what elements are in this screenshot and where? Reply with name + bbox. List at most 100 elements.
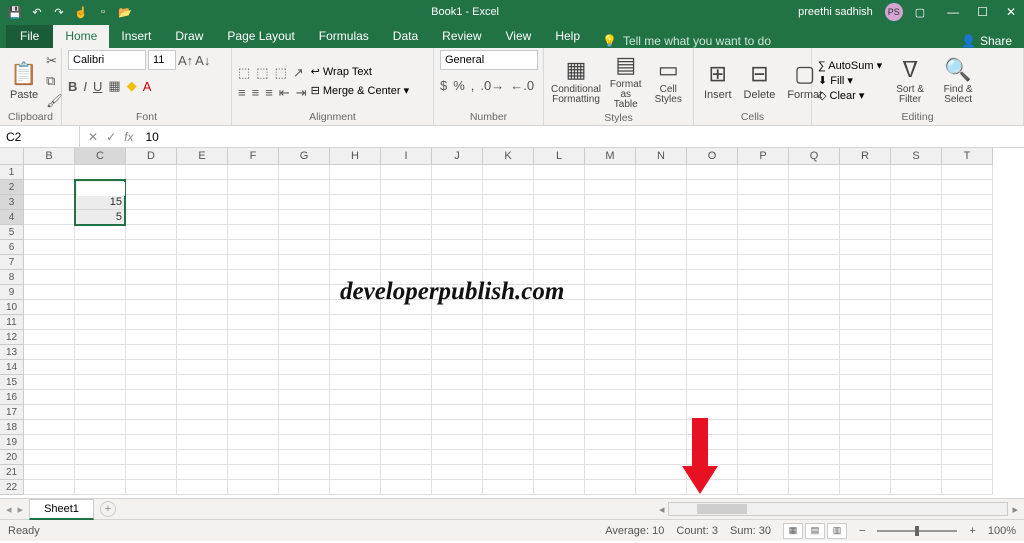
cell[interactable] xyxy=(483,360,534,375)
cell[interactable] xyxy=(585,240,636,255)
cell[interactable] xyxy=(585,285,636,300)
cell[interactable] xyxy=(330,375,381,390)
cell[interactable] xyxy=(789,345,840,360)
cell[interactable] xyxy=(789,435,840,450)
cell[interactable] xyxy=(738,165,789,180)
cell[interactable] xyxy=(534,195,585,210)
row-header-7[interactable]: 7 xyxy=(0,255,24,270)
cell[interactable] xyxy=(177,255,228,270)
bold-icon[interactable]: B xyxy=(68,79,77,94)
cell[interactable] xyxy=(75,225,126,240)
cell[interactable] xyxy=(585,420,636,435)
cell[interactable] xyxy=(432,225,483,240)
cell[interactable] xyxy=(483,405,534,420)
cell[interactable] xyxy=(279,195,330,210)
horizontal-scrollbar[interactable] xyxy=(668,502,1008,516)
cell[interactable] xyxy=(483,420,534,435)
cell[interactable] xyxy=(942,315,993,330)
cell[interactable] xyxy=(585,345,636,360)
border-icon[interactable]: ▦ xyxy=(108,78,120,94)
cell[interactable] xyxy=(75,330,126,345)
col-header-e[interactable]: E xyxy=(177,148,228,165)
cell[interactable] xyxy=(330,390,381,405)
cell[interactable] xyxy=(891,375,942,390)
cell[interactable] xyxy=(636,360,687,375)
cell[interactable] xyxy=(126,420,177,435)
cell[interactable] xyxy=(381,465,432,480)
row-header-21[interactable]: 21 xyxy=(0,465,24,480)
cell[interactable] xyxy=(432,210,483,225)
delete-cells-button[interactable]: ⊟Delete xyxy=(740,59,780,103)
cell[interactable] xyxy=(840,375,891,390)
font-color-icon[interactable]: A xyxy=(143,79,152,94)
cell[interactable] xyxy=(483,450,534,465)
zoom-in-icon[interactable]: + xyxy=(969,525,975,537)
cell[interactable] xyxy=(534,210,585,225)
cell[interactable] xyxy=(840,285,891,300)
cell[interactable] xyxy=(228,240,279,255)
enter-formula-icon[interactable]: ✓ xyxy=(106,130,116,144)
cell[interactable] xyxy=(687,180,738,195)
cell[interactable] xyxy=(585,450,636,465)
cell[interactable] xyxy=(228,435,279,450)
cell[interactable] xyxy=(789,465,840,480)
cell[interactable] xyxy=(738,315,789,330)
cell[interactable] xyxy=(534,315,585,330)
cell[interactable] xyxy=(891,480,942,495)
cell[interactable] xyxy=(177,405,228,420)
cell[interactable] xyxy=(738,255,789,270)
cell[interactable] xyxy=(789,285,840,300)
cell[interactable] xyxy=(330,345,381,360)
cell[interactable] xyxy=(24,210,75,225)
row-header-9[interactable]: 9 xyxy=(0,285,24,300)
cell[interactable] xyxy=(228,285,279,300)
format-painter-icon[interactable]: 🖌 xyxy=(46,93,63,109)
cell[interactable] xyxy=(126,450,177,465)
cancel-formula-icon[interactable]: ✕ xyxy=(88,130,98,144)
cell[interactable] xyxy=(75,345,126,360)
cell-c4[interactable]: 5 xyxy=(75,210,126,225)
conditional-formatting-button[interactable]: ▦Conditional Formatting xyxy=(550,55,602,107)
cell[interactable] xyxy=(534,420,585,435)
cell[interactable] xyxy=(279,450,330,465)
cell[interactable] xyxy=(891,300,942,315)
cell[interactable] xyxy=(840,390,891,405)
cell[interactable] xyxy=(75,285,126,300)
cell[interactable] xyxy=(738,195,789,210)
cell[interactable] xyxy=(75,255,126,270)
cell[interactable] xyxy=(840,165,891,180)
col-header-m[interactable]: M xyxy=(585,148,636,165)
scroll-right-icon[interactable]: ▸ xyxy=(1012,503,1018,516)
col-header-n[interactable]: N xyxy=(636,148,687,165)
cell[interactable] xyxy=(942,300,993,315)
cell[interactable] xyxy=(636,255,687,270)
cell[interactable] xyxy=(483,375,534,390)
decrease-indent-icon[interactable]: ⇤ xyxy=(279,85,290,101)
tell-me-input[interactable]: Tell me what you want to do xyxy=(623,34,771,48)
cell[interactable] xyxy=(891,180,942,195)
cell[interactable] xyxy=(840,450,891,465)
cell[interactable] xyxy=(177,330,228,345)
cell[interactable] xyxy=(432,330,483,345)
cell[interactable] xyxy=(789,420,840,435)
cell[interactable] xyxy=(228,420,279,435)
cell[interactable] xyxy=(228,345,279,360)
cell[interactable] xyxy=(177,345,228,360)
cell[interactable] xyxy=(789,210,840,225)
cell[interactable] xyxy=(228,225,279,240)
row-header-14[interactable]: 14 xyxy=(0,360,24,375)
row-header-20[interactable]: 20 xyxy=(0,450,24,465)
cell[interactable] xyxy=(738,225,789,240)
cell[interactable] xyxy=(891,330,942,345)
col-header-q[interactable]: Q xyxy=(789,148,840,165)
autosum-button[interactable]: ∑ AutoSum ▾ xyxy=(818,59,882,72)
cell[interactable] xyxy=(177,180,228,195)
cell[interactable] xyxy=(177,420,228,435)
cell[interactable] xyxy=(279,330,330,345)
cell[interactable] xyxy=(483,465,534,480)
cell[interactable] xyxy=(126,195,177,210)
cell[interactable] xyxy=(687,300,738,315)
cell[interactable] xyxy=(636,285,687,300)
align-center-icon[interactable]: ≡ xyxy=(252,85,260,100)
cell[interactable] xyxy=(432,420,483,435)
